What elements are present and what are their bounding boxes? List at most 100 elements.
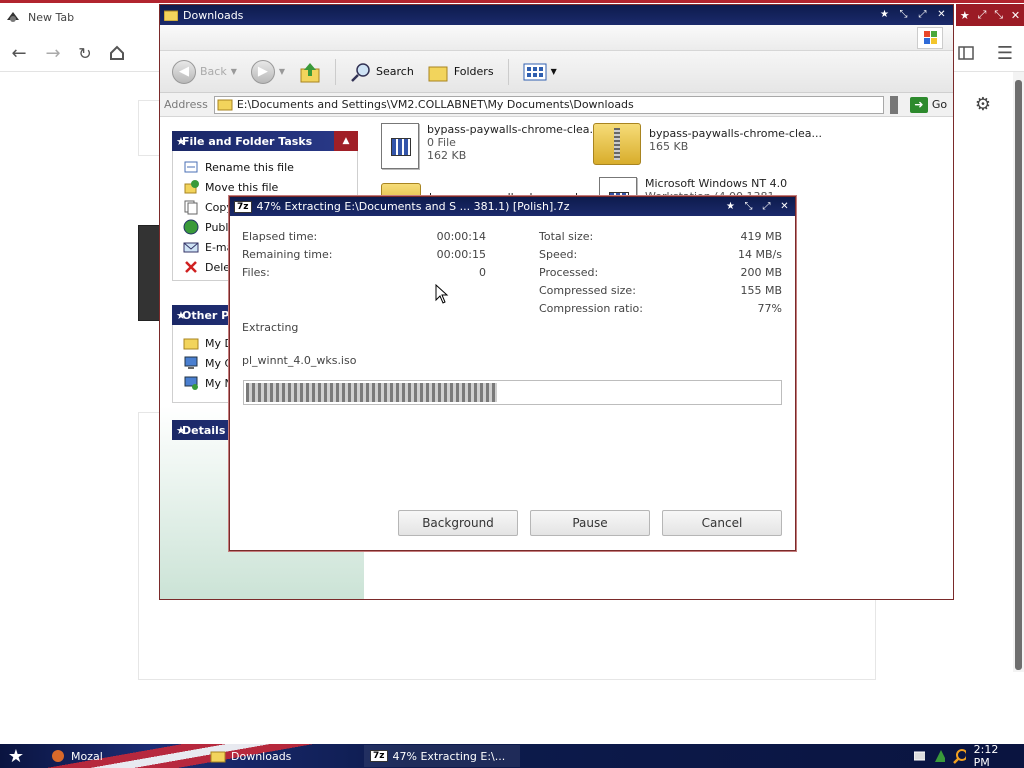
extract-dialog: 7z 47% Extracting E:\Documents and S ...… xyxy=(229,196,796,551)
place-my-documents[interactable]: My D xyxy=(183,335,233,351)
windows-logo-icon xyxy=(917,27,943,49)
chevron-down-icon: ▼ xyxy=(550,67,557,76)
star-icon[interactable]: ★ xyxy=(877,7,892,22)
place-my-computer[interactable]: My C xyxy=(183,355,232,371)
panel-title: File and Folder Tasks xyxy=(182,134,313,148)
toolbar-separator xyxy=(335,58,337,85)
sidebar-icon[interactable] xyxy=(955,42,977,64)
network-tray-icon[interactable] xyxy=(933,748,946,764)
background-button[interactable]: Background xyxy=(398,510,518,536)
folder-icon xyxy=(164,10,178,21)
file-size: 165 KB xyxy=(649,140,689,153)
dialog-titlebar[interactable]: 7z 47% Extracting E:\Documents and S ...… xyxy=(230,197,795,216)
home-icon[interactable] xyxy=(106,42,128,64)
speed-label: Speed: xyxy=(539,248,578,261)
restore-icon[interactable]: ⤢ xyxy=(978,8,987,22)
task-label: Publ xyxy=(205,220,229,234)
back-arrow-icon: ◀ xyxy=(172,59,196,84)
reload-icon[interactable]: ↻ xyxy=(74,42,96,64)
go-button[interactable]: ➜ Go xyxy=(909,96,948,113)
browser-accent-line xyxy=(0,0,1024,3)
search-button[interactable]: Search xyxy=(346,57,418,87)
go-label: Go xyxy=(931,98,948,111)
close-icon[interactable]: ✕ xyxy=(1011,9,1020,22)
collapse-icon[interactable]: ▲ xyxy=(334,131,358,151)
file-folder-tasks-header[interactable]: ★ File and Folder Tasks ▲ xyxy=(172,131,358,151)
forward-arrow-icon: ▶ xyxy=(250,59,275,84)
file-name: Microsoft Windows NT 4.0 xyxy=(645,177,788,190)
compressed-size-label: Compressed size: xyxy=(539,284,636,297)
back-button[interactable]: ◀ Back ▼ xyxy=(168,57,241,87)
compressed-size-value: 155 MB xyxy=(740,284,782,297)
minimize-icon[interactable]: ⤡ xyxy=(741,199,756,214)
task-rename[interactable]: Rename this file xyxy=(183,159,294,175)
file-name: bypass-paywalls-chrome-clea... xyxy=(427,123,601,136)
folders-label: Folders xyxy=(453,65,494,78)
star-icon: ★ xyxy=(176,308,186,322)
task-delete[interactable]: Dele xyxy=(183,259,230,275)
close-icon[interactable]: ✕ xyxy=(934,7,949,22)
up-folder-icon xyxy=(300,62,320,82)
processed-label: Processed: xyxy=(539,266,599,279)
explorer-titlebar[interactable]: Downloads ★ ⤡ ⤢ ✕ xyxy=(160,5,953,25)
copy-icon xyxy=(184,200,198,215)
address-bar: Address E:\Documents and Settings\VM2.CO… xyxy=(160,93,953,117)
back-arrow-icon[interactable]: ← xyxy=(8,42,30,64)
tab-favicon-icon xyxy=(7,12,19,22)
file-item[interactable]: bypass-paywalls-chrome-clea... 0 File 16… xyxy=(381,123,600,169)
mouse-cursor-icon xyxy=(435,284,449,304)
menu-icon[interactable]: ☰ xyxy=(994,42,1016,64)
zip-folder-icon xyxy=(593,123,641,165)
place-my-network[interactable]: My N xyxy=(183,375,233,391)
forward-button[interactable]: ▶ ▼ xyxy=(247,57,289,87)
maximize-icon[interactable]: ⤡ xyxy=(994,8,1003,22)
taskbar-item-extract[interactable]: 7z 47% Extracting E:\... xyxy=(364,745,520,767)
task-publish[interactable]: Publ xyxy=(183,219,228,235)
cancel-button[interactable]: Cancel xyxy=(662,510,782,536)
task-email[interactable]: E-ma xyxy=(183,239,233,255)
address-input[interactable]: E:\Documents and Settings\VM2.COLLABNET\… xyxy=(213,95,884,114)
browser-tab[interactable]: New Tab xyxy=(4,6,74,28)
network-icon xyxy=(184,376,198,390)
progress-fill xyxy=(246,383,497,402)
folders-button[interactable]: Folders xyxy=(424,57,498,87)
elapsed-label: Elapsed time: xyxy=(242,230,318,243)
elapsed-value: 00:00:14 xyxy=(436,230,486,243)
file-name: bypass-paywalls-chrome-clea... xyxy=(649,127,823,140)
start-button[interactable]: ★ xyxy=(4,745,28,767)
chevron-down-icon: ▼ xyxy=(230,67,237,76)
search-icon xyxy=(351,62,370,82)
maximize-icon[interactable]: ⤢ xyxy=(915,7,930,22)
taskbar-item-mozal[interactable]: Mozal xyxy=(44,745,109,767)
taskbar-item-label: Downloads xyxy=(231,749,292,763)
close-icon[interactable]: ✕ xyxy=(777,199,792,214)
search-label: Search xyxy=(376,65,414,78)
address-dropdown-button[interactable] xyxy=(889,95,898,114)
forward-arrow-icon[interactable]: → xyxy=(42,42,64,64)
taskbar-item-label: 47% Extracting E:\... xyxy=(392,749,506,763)
task-copy[interactable]: Copy xyxy=(183,199,233,215)
up-folder-button[interactable] xyxy=(295,57,325,87)
panel-title: Other P xyxy=(182,308,230,322)
task-move[interactable]: Move this file xyxy=(183,179,278,195)
views-button[interactable]: ▼ xyxy=(519,57,561,87)
gear-icon[interactable]: ⚙ xyxy=(972,93,994,115)
star-icon[interactable]: ★ xyxy=(723,199,738,214)
pause-button[interactable]: Pause xyxy=(530,510,650,536)
maximize-icon[interactable]: ⤢ xyxy=(759,199,774,214)
browser-scrollbar-thumb[interactable] xyxy=(1015,80,1022,670)
search-tray-icon[interactable] xyxy=(953,748,966,764)
total-size-label: Total size: xyxy=(539,230,594,243)
minimize-icon[interactable]: ⤡ xyxy=(896,7,911,22)
files-label: Files: xyxy=(242,266,270,279)
clock[interactable]: 2:12 PM xyxy=(974,743,1008,768)
files-value: 0 xyxy=(479,266,486,279)
taskbar-item-downloads[interactable]: Downloads xyxy=(204,745,354,767)
keyboard-icon[interactable] xyxy=(913,751,925,761)
panel-title: Details xyxy=(182,423,226,437)
file-item[interactable]: bypass-paywalls-chrome-clea... 165 KB xyxy=(593,123,822,165)
7zip-icon: 7z xyxy=(234,200,252,213)
folder-icon xyxy=(183,338,199,350)
star-icon[interactable]: ★ xyxy=(960,9,970,22)
tab-title: New Tab xyxy=(28,10,75,24)
